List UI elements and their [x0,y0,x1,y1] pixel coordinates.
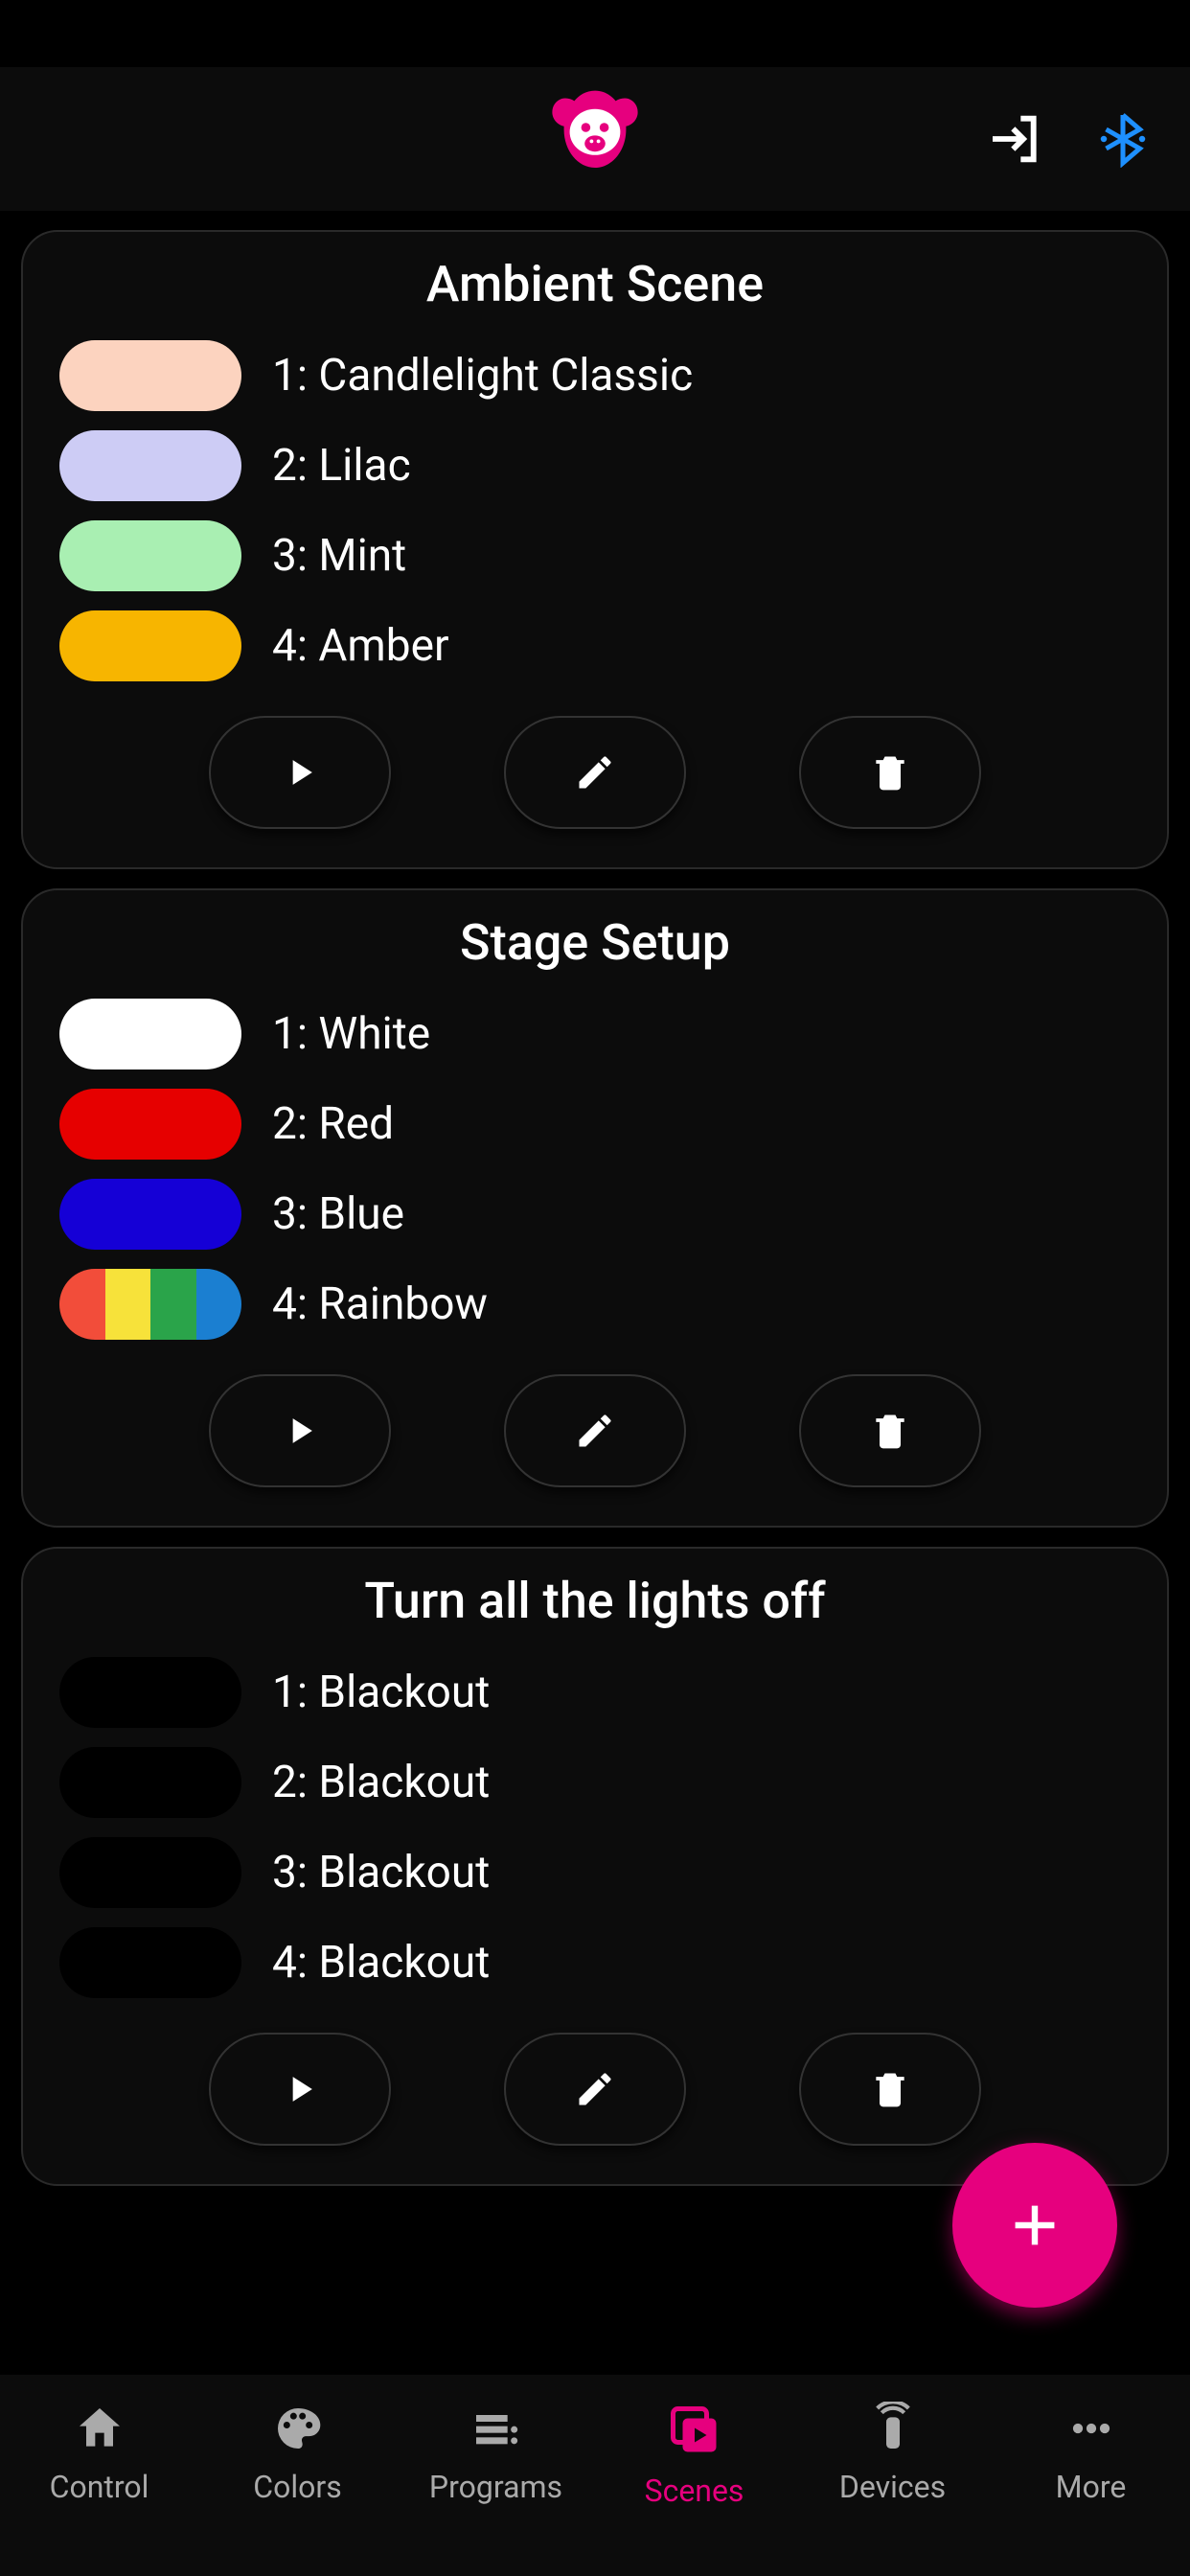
scene-item-label: 3: Blue [272,1188,404,1240]
scene-item[interactable]: 4: Blackout [59,1927,1131,1998]
scene-item[interactable]: 3: Blue [59,1179,1131,1250]
play-icon [279,2068,321,2110]
scene-title: Turn all the lights off [59,1572,1131,1630]
trash-icon [869,1410,911,1452]
scene-item-label: 1: Candlelight Classic [272,350,693,402]
scenes-icon [666,2402,723,2459]
scene-item-label: 2: Blackout [272,1757,490,1808]
add-scene-button[interactable] [952,2143,1117,2308]
color-swatch [59,340,241,411]
edit-button[interactable] [504,1374,686,1487]
scene-item-label: 3: Blackout [272,1847,490,1898]
color-swatch-rainbow [59,1269,241,1340]
scene-item-label: 2: Red [272,1098,394,1150]
app-logo-icon [538,81,652,196]
play-button[interactable] [209,2033,391,2146]
scene-item-label: 1: White [272,1008,430,1060]
play-button[interactable] [209,716,391,829]
scenes-list: Ambient Scene 1: Candlelight Classic 2: … [0,211,1190,2186]
scene-item-label: 4: Blackout [272,1937,490,1989]
scene-item[interactable]: 3: Mint [59,520,1131,591]
tab-control[interactable]: Control [13,2402,186,2505]
color-swatch [59,1837,241,1908]
tab-more[interactable]: More [1005,2402,1178,2505]
tab-label: Scenes [645,2472,744,2509]
pencil-icon [574,2068,616,2110]
color-swatch [59,1927,241,1998]
app-header [0,67,1190,211]
tab-label: Programs [429,2469,562,2505]
tab-scenes[interactable]: Scenes [608,2402,781,2509]
color-swatch [59,1747,241,1818]
scene-item[interactable]: 1: White [59,999,1131,1070]
delete-button[interactable] [799,716,981,829]
color-swatch [59,610,241,681]
delete-button[interactable] [799,1374,981,1487]
play-icon [279,1410,321,1452]
bluetooth-icon[interactable] [1094,110,1152,168]
tab-label: More [1056,2469,1127,2505]
scene-item[interactable]: 1: Blackout [59,1657,1131,1728]
remote-icon [866,2402,920,2455]
color-swatch [59,1179,241,1250]
trash-icon [869,2068,911,2110]
tab-devices[interactable]: Devices [807,2402,979,2505]
scene-item-label: 4: Rainbow [272,1278,488,1330]
scene-item[interactable]: 4: Rainbow [59,1269,1131,1340]
tab-programs[interactable]: Programs [410,2402,583,2505]
scene-item[interactable]: 1: Candlelight Classic [59,340,1131,411]
list-icon [469,2402,523,2455]
scene-item[interactable]: 4: Amber [59,610,1131,681]
scene-item[interactable]: 2: Red [59,1089,1131,1160]
scene-card: Turn all the lights off 1: Blackout 2: B… [21,1547,1169,2186]
color-swatch [59,1089,241,1160]
scene-title: Ambient Scene [59,255,1131,313]
color-swatch [59,520,241,591]
play-button[interactable] [209,1374,391,1487]
plus-icon [1001,2192,1068,2259]
home-icon [73,2402,126,2455]
bottom-tab-bar: Control Colors Programs Scenes Devices [0,2375,1190,2576]
tab-label: Control [50,2469,149,2505]
scene-card: Ambient Scene 1: Candlelight Classic 2: … [21,230,1169,869]
scene-item-label: 3: Mint [272,530,406,582]
scene-item-label: 1: Blackout [272,1667,490,1718]
more-icon [1064,2402,1118,2455]
pencil-icon [574,1410,616,1452]
color-swatch [59,1657,241,1728]
scene-item[interactable]: 3: Blackout [59,1837,1131,1908]
scene-item-label: 4: Amber [272,620,449,672]
scene-item[interactable]: 2: Blackout [59,1747,1131,1818]
scene-item-label: 2: Lilac [272,440,411,492]
edit-button[interactable] [504,716,686,829]
tab-label: Devices [839,2469,946,2505]
tab-colors[interactable]: Colors [212,2402,384,2505]
edit-button[interactable] [504,2033,686,2146]
palette-icon [271,2402,325,2455]
trash-icon [869,751,911,794]
pencil-icon [574,751,616,794]
color-swatch [59,430,241,501]
tab-label: Colors [253,2469,341,2505]
login-icon[interactable] [985,108,1046,170]
play-icon [279,751,321,794]
scene-item[interactable]: 2: Lilac [59,430,1131,501]
scene-card: Stage Setup 1: White 2: Red 3: Blue 4: R… [21,888,1169,1528]
delete-button[interactable] [799,2033,981,2146]
color-swatch [59,999,241,1070]
scene-title: Stage Setup [59,913,1131,972]
